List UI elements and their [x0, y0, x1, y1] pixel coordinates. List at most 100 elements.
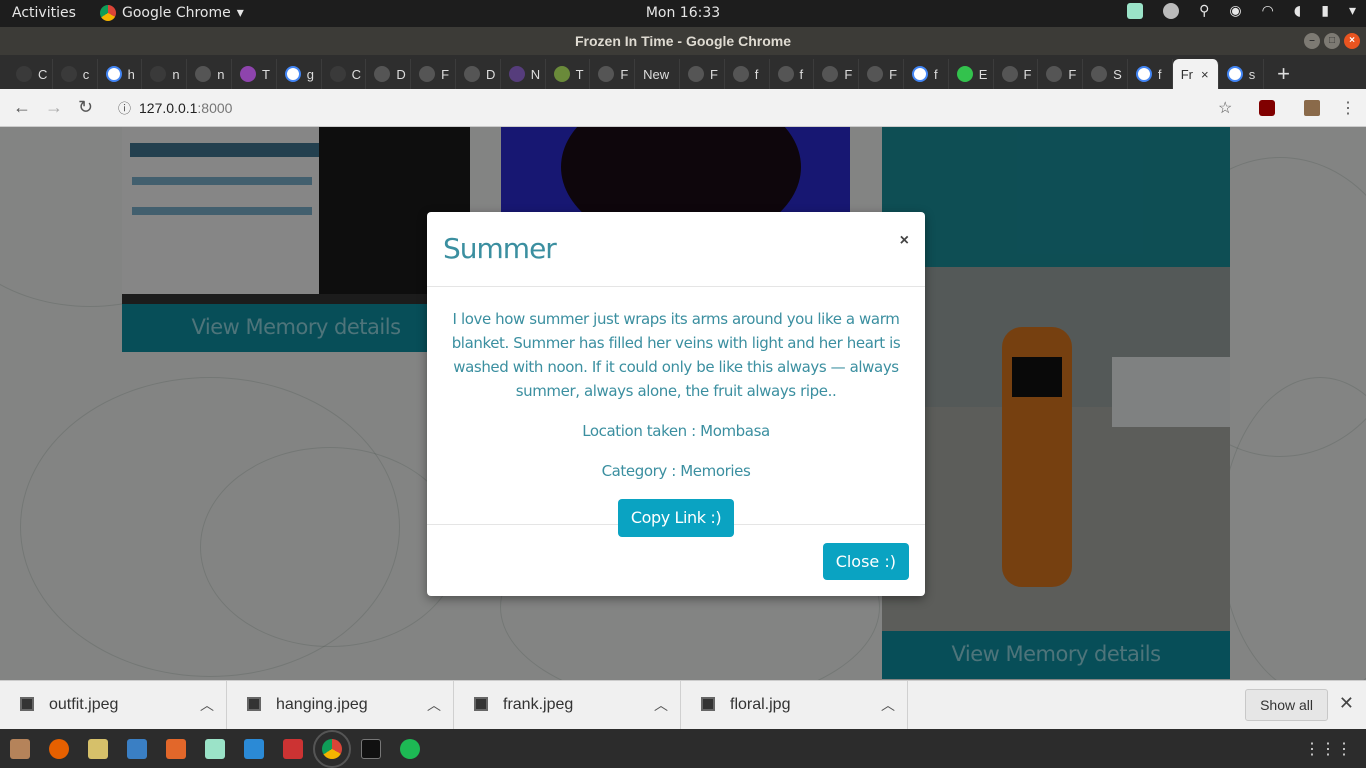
modal-close-x-icon[interactable]: × [900, 232, 909, 250]
browser-tab[interactable]: T [232, 59, 277, 89]
slack-icon[interactable] [1163, 3, 1180, 19]
show-all-downloads-button[interactable]: Show all [1245, 689, 1328, 721]
download-filename: outfit.jpeg [49, 696, 119, 713]
chevron-up-icon[interactable]: ︿ [654, 695, 668, 715]
browser-tab[interactable]: F [680, 59, 725, 89]
volume-icon[interactable]: ◖ [1294, 3, 1301, 19]
google-icon [1135, 66, 1152, 82]
tab-label: F [844, 66, 853, 82]
browser-tab[interactable]: E [949, 59, 994, 89]
tab-label: n [172, 66, 180, 82]
software-center-icon[interactable] [166, 738, 186, 759]
copy-link-button[interactable]: Copy Link :) [617, 499, 735, 537]
vscode-icon[interactable] [244, 738, 264, 759]
activities-button[interactable]: Activities [12, 5, 76, 21]
browser-tab[interactable]: F [814, 59, 860, 89]
tab-close-icon[interactable]: × [1201, 67, 1209, 82]
terminal-icon[interactable] [361, 738, 381, 759]
window-titlebar: Frozen In Time - Google Chrome – □ × [0, 27, 1366, 55]
tab-label: New [643, 66, 670, 82]
chevron-up-icon[interactable]: ︿ [427, 695, 441, 715]
browser-tab[interactable]: S [1083, 59, 1128, 89]
system-tray[interactable]: ⚲ ◉ ◠ ◖ ▮ ▾ [1127, 3, 1356, 19]
power-menu-icon[interactable]: ▾ [1349, 3, 1356, 19]
close-downloads-icon[interactable]: ✕ [1339, 693, 1354, 714]
browser-tab[interactable]: n [142, 59, 188, 89]
browser-tab[interactable]: s [1219, 59, 1264, 89]
browser-tab[interactable]: New [635, 59, 680, 89]
modal-close-button[interactable]: Close :) [822, 543, 909, 580]
app-grid-icon[interactable]: ⋮⋮⋮ [1304, 739, 1352, 759]
browser-tab[interactable]: g [277, 59, 322, 89]
vpn-icon[interactable] [88, 738, 108, 759]
browser-tab[interactable]: n [187, 59, 232, 89]
browser-tab[interactable]: F [859, 59, 904, 89]
maximize-button[interactable]: □ [1324, 33, 1340, 49]
writer-icon[interactable] [127, 738, 147, 759]
info-icon[interactable]: ⓘ [118, 98, 131, 117]
browser-tab[interactable]: f [725, 59, 770, 89]
app-menu-label: Google Chrome [122, 5, 231, 21]
browser-tab[interactable]: f [1128, 59, 1173, 89]
files-icon[interactable] [10, 738, 30, 759]
forward-arrow-icon[interactable]: → [45, 97, 63, 118]
chevron-up-icon[interactable]: ︿ [881, 695, 895, 715]
spotify-icon[interactable] [400, 738, 420, 759]
browser-tab[interactable]: T [546, 59, 591, 89]
browser-tab[interactable]: F [411, 59, 456, 89]
browser-tab[interactable]: F [1038, 59, 1084, 89]
tab-active[interactable]: Fr × [1172, 59, 1219, 89]
tab-label: D [396, 66, 406, 82]
bookmark-star-icon[interactable]: ☆ [1218, 98, 1232, 118]
download-item[interactable]: floral.jpg ︿ [681, 681, 908, 730]
app-indicator-icon[interactable] [205, 738, 225, 759]
ublock-icon[interactable] [1259, 100, 1275, 116]
battery-icon[interactable]: ▮ [1321, 3, 1329, 19]
chrome-icon[interactable] [313, 729, 351, 768]
back-arrow-icon[interactable]: ← [13, 97, 31, 118]
wifi-icon[interactable]: ◠ [1262, 3, 1274, 19]
browser-tab[interactable]: C [322, 59, 367, 89]
download-item[interactable]: hanging.jpeg ︿ [227, 681, 454, 730]
window-close-button[interactable]: × [1344, 33, 1360, 49]
kebab-menu-icon[interactable]: ⋮ [1340, 98, 1356, 118]
target-icon[interactable]: ◉ [1229, 3, 1241, 19]
lightbulb-icon[interactable]: ⚲ [1199, 3, 1209, 19]
browser-tab[interactable]: f [904, 59, 949, 89]
modal-header: Summer × [427, 212, 925, 287]
firefox-icon[interactable] [49, 738, 69, 759]
file-icon [20, 697, 34, 711]
image-viewer-icon[interactable] [283, 738, 303, 759]
download-item[interactable]: frank.jpeg ︿ [454, 681, 681, 730]
file-icon [247, 697, 261, 711]
bootstrap-icon [508, 66, 525, 82]
tab-label: f [754, 66, 759, 82]
chevron-up-icon[interactable]: ︿ [200, 695, 214, 715]
new-tab-button[interactable]: + [1264, 59, 1304, 89]
github-icon [60, 66, 77, 82]
browser-tab[interactable]: C [8, 59, 53, 89]
app-menu[interactable]: Google Chrome ▾ [100, 5, 244, 21]
download-item[interactable]: outfit.jpeg ︿ [0, 681, 227, 730]
browser-tab[interactable]: N [501, 59, 546, 89]
tab-label: Fr [1180, 66, 1193, 82]
gnome-top-bar: Activities Google Chrome ▾ Mon 16:33 ⚲ ◉… [0, 0, 1366, 27]
browser-tab[interactable]: F [590, 59, 636, 89]
profile-avatar[interactable] [1304, 100, 1320, 116]
globe-icon [374, 66, 391, 82]
browser-tab[interactable]: D [456, 59, 501, 89]
chevron-down-icon: ▾ [236, 5, 244, 21]
memory-modal: Summer × I love how summer just wraps it… [427, 212, 925, 596]
browser-tab[interactable]: f [770, 59, 815, 89]
app-indicator-icon[interactable] [1127, 3, 1144, 19]
browser-tab[interactable]: h [98, 59, 143, 89]
sparkle-icon [195, 66, 212, 82]
download-filename: floral.jpg [730, 696, 791, 713]
minimize-button[interactable]: – [1304, 33, 1320, 49]
browser-tab[interactable]: D [366, 59, 412, 89]
tab-label: S [1113, 66, 1122, 82]
browser-tab[interactable]: c [53, 59, 98, 89]
reload-icon[interactable]: ↻ [78, 97, 93, 118]
address-bar[interactable]: ⓘ 127.0.0.1:8000 [118, 98, 232, 117]
browser-tab[interactable]: F [994, 59, 1039, 89]
